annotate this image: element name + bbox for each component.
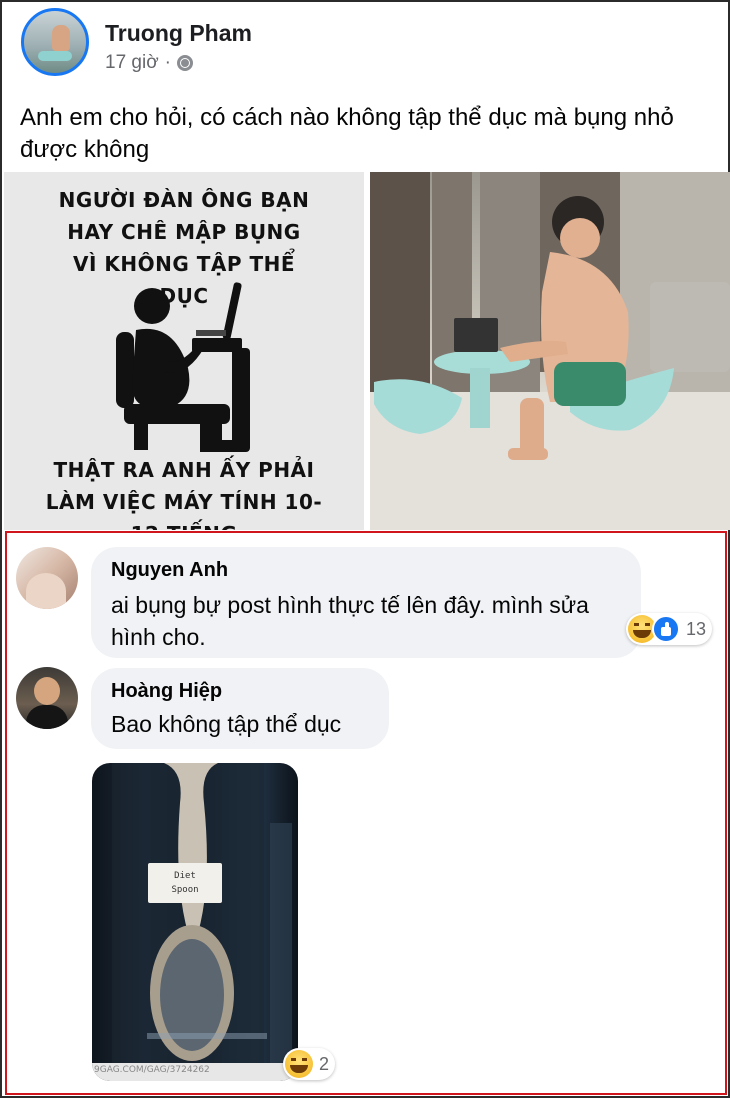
reaction-count: 2 <box>319 1053 330 1074</box>
photo-image[interactable] <box>370 172 730 530</box>
comment-text: Bao không tập thể dục <box>111 711 342 737</box>
meme-image[interactable]: NGƯỜI ĐÀN ÔNG BẠN HAY CHÊ MẬP BỤNG VÌ KH… <box>4 172 364 530</box>
comment-reactions[interactable]: 13 <box>626 613 713 645</box>
spoon-picture <box>92 763 298 1081</box>
post-text: Anh em cho hỏi, có cách nào không tập th… <box>20 104 674 163</box>
poster-name[interactable]: Truong Pham <box>105 20 252 47</box>
label-line2: Spoon <box>171 885 199 895</box>
image-watermark: 9GAG.COM/GAG/3724262 <box>94 1065 210 1075</box>
reaction-count: 13 <box>686 618 707 639</box>
comment-bubble[interactable]: Nguyen Anh ai bụng bự post hình thực tế … <box>91 547 641 658</box>
meme-bottom-text: THẬT RA ANH ẤY PHẢI LÀM VIỆC MÁY TÍNH 10… <box>45 458 323 530</box>
comment-reactions[interactable]: 2 <box>283 1048 336 1080</box>
post-meta: 17 giờ · <box>105 52 193 74</box>
diet-spoon-label: Diet Spoon <box>148 863 222 903</box>
commenter-avatar[interactable] <box>16 547 78 609</box>
haha-icon <box>285 1050 313 1078</box>
poster-avatar[interactable] <box>21 8 89 76</box>
comment-text: ai bụng bự post hình thực tế lên đây. mì… <box>111 592 589 650</box>
label-line1: Diet <box>174 871 196 881</box>
post-card: Truong Pham 17 giờ · Anh em cho hỏi, có … <box>2 2 730 1096</box>
meta-separator: · <box>164 52 171 73</box>
comment-author[interactable]: Nguyen Anh <box>111 557 621 583</box>
commenter-avatar[interactable] <box>16 667 78 729</box>
comment-image[interactable]: Diet Spoon 9GAG.COM/GAG/3724262 <box>92 763 298 1081</box>
like-icon <box>652 615 680 643</box>
photo-scene <box>370 172 730 530</box>
comment-bubble[interactable]: Hoàng Hiệp Bao không tập thể dục <box>91 668 389 749</box>
globe-icon[interactable] <box>177 55 193 71</box>
comment-author[interactable]: Hoàng Hiệp <box>111 678 369 704</box>
post-time[interactable]: 17 giờ <box>105 52 159 74</box>
